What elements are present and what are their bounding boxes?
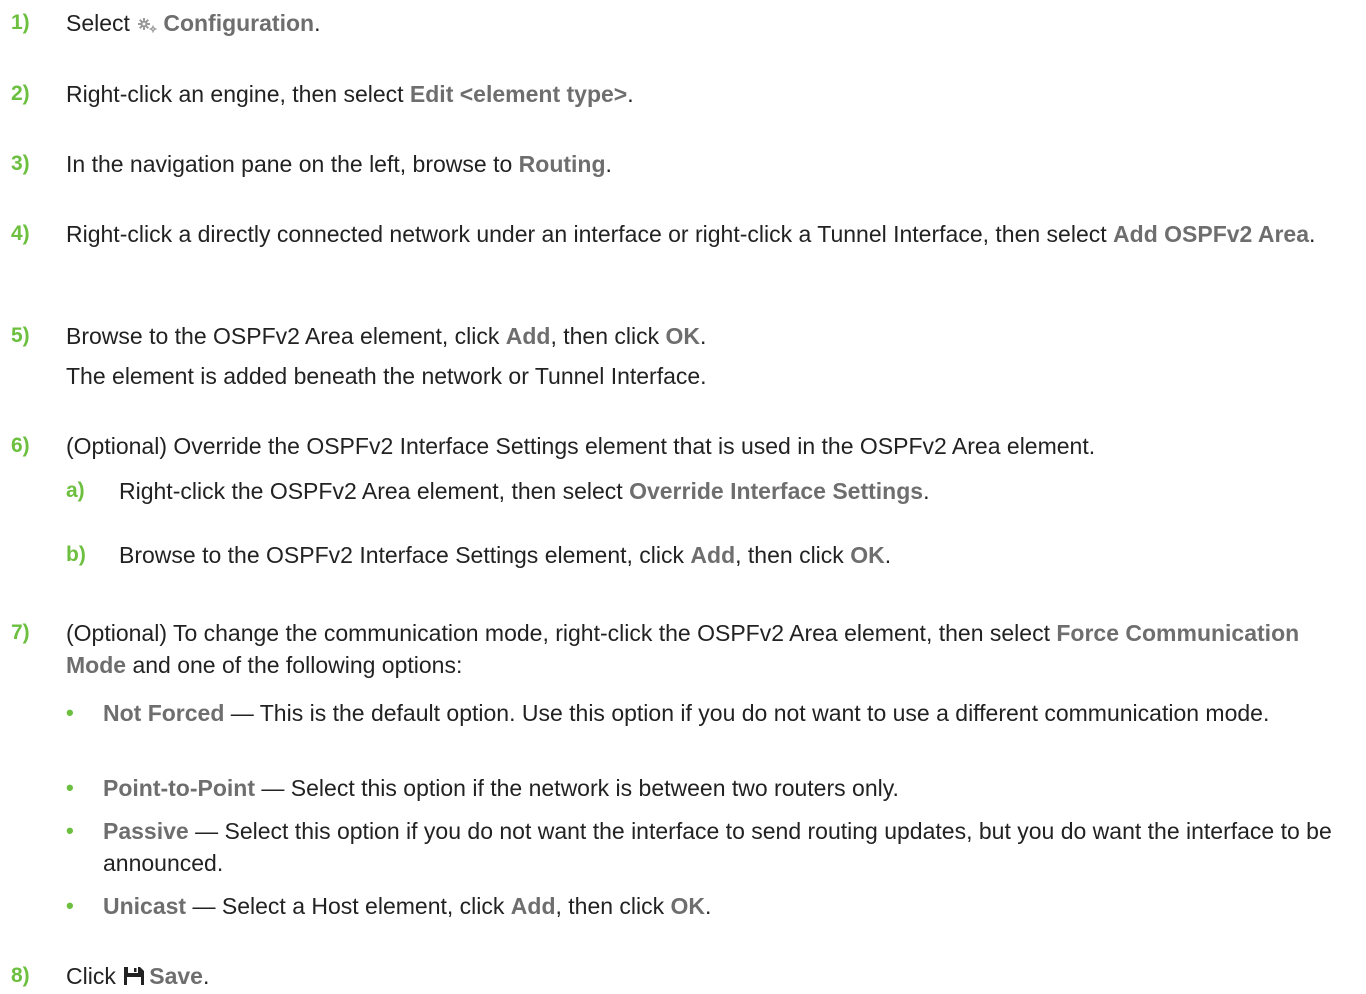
bold-label: OK	[670, 893, 706, 919]
bold-label: Not Forced	[103, 700, 225, 726]
bold-label: Routing	[518, 151, 606, 177]
bullet-dot: •	[66, 893, 74, 918]
bullet-dot: •	[66, 775, 74, 800]
step-text: Browse to the OSPFv2 Area element, click…	[66, 323, 707, 349]
bold-label: Add OSPFv2 Area	[1113, 221, 1310, 247]
step-number: 8)	[11, 964, 30, 987]
bold-label: Add	[505, 323, 551, 349]
bullet-dot: •	[66, 700, 74, 725]
bold-label: OK	[665, 323, 701, 349]
step-text: Select Configuration.	[66, 7, 1352, 41]
bold-label: OK	[850, 542, 885, 568]
step-result: The element is added beneath the network…	[66, 363, 707, 389]
step-text: (Optional) To change the communication m…	[66, 620, 1300, 678]
bullet-text: Passive — Select this option if you do n…	[103, 818, 1332, 876]
step-number: 4)	[11, 222, 30, 245]
bullet-text: Point-to-Point — Select this option if t…	[103, 775, 899, 801]
bold-label: Unicast	[103, 893, 187, 919]
step-text: In the navigation pane on the left, brow…	[66, 151, 612, 177]
bullet-dot: •	[66, 818, 74, 843]
bullet-text: Not Forced — This is the default option.…	[103, 700, 1270, 726]
bold-label: Point-to-Point	[103, 775, 256, 801]
step-number: 7)	[11, 621, 30, 644]
step-number: 3)	[11, 152, 30, 175]
step-text: (Optional) Override the OSPFv2 Interface…	[66, 433, 1096, 459]
bold-label: Add	[510, 893, 556, 919]
bold-label: Override Interface Settings	[629, 478, 924, 504]
substep-text: Right-click the OSPFv2 Area element, the…	[119, 478, 930, 504]
save-icon	[123, 962, 145, 994]
substep-number: b)	[66, 543, 86, 566]
gears-icon	[137, 9, 159, 41]
bold-label: Configuration	[163, 10, 315, 36]
bold-label: Add	[690, 542, 736, 568]
step-number: 2)	[11, 82, 30, 105]
substep-number: a)	[66, 479, 85, 502]
bold-label: Edit <element type>	[409, 81, 628, 107]
substep-text: Browse to the OSPFv2 Interface Settings …	[119, 542, 892, 568]
step-number: 6)	[11, 434, 30, 457]
step-text: Click Save.	[66, 960, 1352, 994]
step-text: Right-click a directly connected network…	[66, 221, 1316, 247]
bullet-text: Unicast — Select a Host element, click A…	[103, 893, 712, 919]
step-number: 5)	[11, 324, 30, 347]
bold-label: Passive	[103, 818, 189, 844]
step-number: 1)	[11, 11, 30, 34]
bold-label: Save	[149, 963, 203, 989]
step-text: Right-click an engine, then select Edit …	[66, 81, 634, 107]
